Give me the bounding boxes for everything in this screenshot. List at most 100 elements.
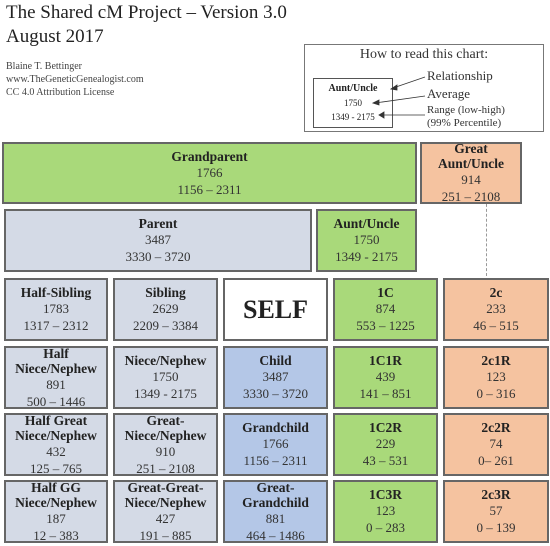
cell-average: 123 [486,369,506,384]
cell-name: Parent [138,216,178,231]
cell-great-great-niece-nephew: Great-Great-Niece/Nephew 427 191 – 885 [113,480,218,543]
cell-niece-nephew: Niece/Nephew 1750 1349 - 2175 [113,346,218,409]
cell-range: 0– 261 [478,453,514,468]
legend-arrows [371,76,426,119]
license: CC 4.0 Attribution License [6,87,115,98]
legend-label-relationship: Relationship [427,68,493,83]
cell-range: 1349 - 2175 [335,249,398,264]
cell-name: 1C [377,285,394,300]
chart-date: August 2017 [6,26,104,47]
cell-average: 891 [46,376,66,392]
cell-name: Great-Grandchild [242,479,309,510]
cell-range: 0 – 283 [366,520,405,535]
cell-range: 251 – 2108 [441,189,501,204]
cell-range: 0 – 316 [476,386,516,401]
cell-name: Half GG Niece/Nephew [15,479,97,510]
cell-range: 2209 – 3384 [133,318,198,333]
cell-name: Great-Niece/Nephew [124,412,207,443]
cell-average: 187 [46,510,66,526]
cell-name: Niece/Nephew [124,353,207,368]
cell-average: 914 [461,172,481,187]
cell-parent: Parent 3487 3330 – 3720 [4,209,312,272]
cell-range: 1156 – 2311 [177,181,242,197]
arrow-relationship [392,76,426,89]
cell-average: 233 [486,301,506,316]
cell-average: 1766 [196,164,223,180]
cell-range: 191 – 885 [139,527,192,543]
cell-average: 229 [375,436,396,451]
cell-range: 12 – 383 [33,527,79,543]
cell-name: 2c3R [481,487,511,502]
cell-range: 1349 - 2175 [134,386,197,401]
cell-range: 1156 – 2311 [243,453,308,468]
cell-name: 2c2R [481,420,511,435]
cell-child: Child 3487 3330 – 3720 [223,346,328,409]
cell-1c1r: 1C1R 439 141 – 851 [333,346,438,409]
cell-2c2r: 2c2R 74 0– 261 [443,413,549,476]
cell-range: 500 – 1446 [26,393,86,409]
cell-name: 1C1R [369,353,402,368]
cell-half-great-niece-nephew: Half Great Niece/Nephew 432 125 – 765 [4,413,108,476]
cell-great-grandchild: Great-Grandchild 881 464 – 1486 [223,480,328,543]
cell-name: SELF [242,295,309,324]
cell-name: Half Niece/Nephew [15,345,97,376]
cell-range: 553 – 1225 [356,318,415,333]
cell-name: 1C3R [369,487,402,502]
cell-name: Grandparent [171,148,248,164]
cell-range: 251 – 2108 [136,460,195,476]
cell-aunt-uncle: Aunt/Uncle 1750 1349 - 2175 [316,209,417,272]
cell-half-sibling: Half-Sibling 1783 1317 – 2312 [4,278,108,341]
cell-2c: 2c 233 46 – 515 [443,278,549,341]
cell-range: 3330 – 3720 [243,386,308,401]
cell-1c: 1C 874 553 – 1225 [333,278,438,341]
cell-average: 3487 [262,369,289,384]
cell-average: 1783 [43,301,69,316]
cell-average: 2629 [152,301,179,316]
arrow-average [374,95,426,104]
cell-range: 0 – 139 [476,520,516,535]
cell-sibling: Sibling 2629 2209 – 3384 [113,278,218,341]
cell-average: 123 [375,503,396,518]
cell-range: 46 – 515 [473,318,519,333]
author: Blaine T. Bettinger [6,61,83,72]
cell-average: 427 [155,510,176,526]
cell-name: Grandchild [242,420,309,435]
cell-name: Sibling [145,285,186,300]
chart-title: The Shared cM Project – Version 3.0 [6,2,287,23]
cell-range: 3330 – 3720 [125,249,191,264]
cell-1c3r: 1C3R 123 0 – 283 [333,480,438,543]
cell-average: 874 [375,301,396,316]
legend-label-average: Average [427,86,471,101]
cell-name: Half-Sibling [20,285,92,300]
cell-name: 2c [489,285,503,300]
cell-great-niece-nephew: Great-Niece/Nephew 910 251 – 2108 [113,413,218,476]
cell-range: 43 – 531 [362,453,409,468]
cell-name: Half Great Niece/Nephew [15,412,97,443]
cell-name: Child [259,353,292,368]
cell-average: 1750 [353,232,380,247]
cell-average: 910 [155,443,176,459]
cell-range: 141 – 851 [359,386,412,401]
cell-great-aunt-uncle: Great Aunt/Uncle 914 251 – 2108 [420,141,522,204]
cell-name: Great Aunt/Uncle [437,141,504,171]
dotted-connector [486,194,487,276]
legend-label-range-note: (99% Percentile) [427,117,502,129]
cell-range: 1317 – 2312 [23,318,89,333]
legend-label-range: Range (low-high) [427,104,505,116]
cell-average: 881 [265,510,286,526]
cell-2c3r: 2c3R 57 0 – 139 [443,480,549,543]
cell-grandchild: Grandchild 1766 1156 – 2311 [223,413,328,476]
cell-range: 125 – 765 [30,460,82,476]
cell-self: SELF [223,278,328,341]
website: www.TheGeneticGenealogist.com [6,74,144,85]
cell-grandparent: Grandparent 1766 1156 – 2311 [2,142,417,204]
cell-half-gg-niece-nephew: Half GG Niece/Nephew 187 12 – 383 [4,480,108,543]
cell-average: 57 [489,503,503,518]
cell-name: 1C2R [369,420,402,435]
cell-average: 3487 [145,232,171,247]
cell-name: Great-Great-Niece/Nephew [124,479,207,510]
cell-average: 439 [375,369,396,384]
cell-average: 1766 [262,436,289,451]
cell-name: 2c1R [481,353,511,368]
cell-1c2r: 1C2R 229 43 – 531 [333,413,438,476]
